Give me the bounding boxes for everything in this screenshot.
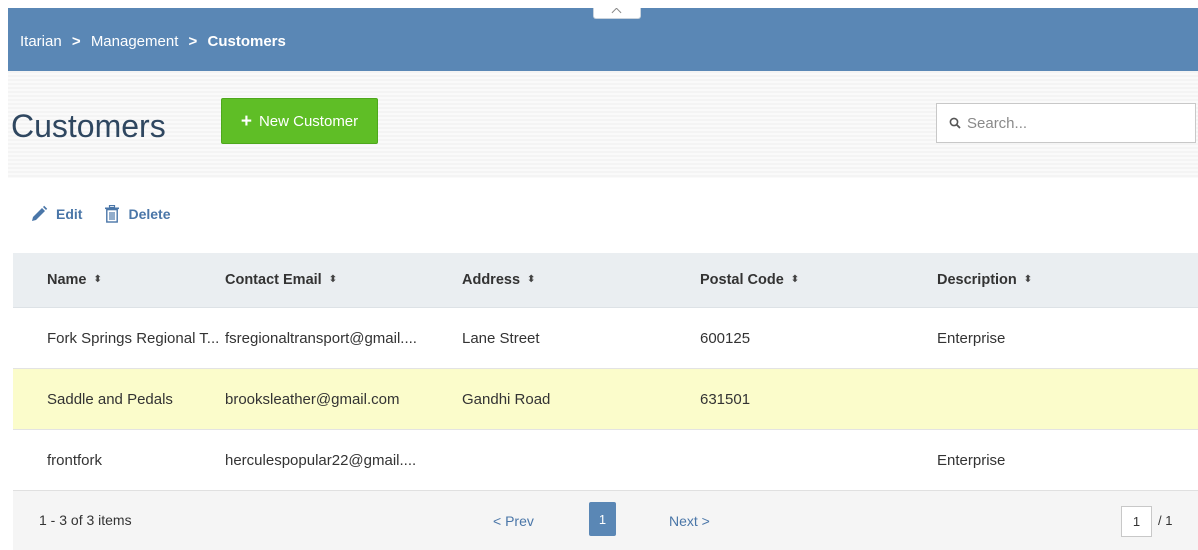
- chevron-up-icon: [611, 8, 622, 18]
- cell-postal-code: 631501: [700, 390, 751, 408]
- column-header-postal-code[interactable]: Postal Code ⬍: [700, 272, 937, 288]
- trash-icon: [105, 205, 120, 223]
- breadcrumb-separator: >: [71, 33, 81, 50]
- breadcrumb-item-itarian[interactable]: Itarian: [20, 33, 62, 50]
- sort-icon: ⬍: [790, 274, 800, 285]
- table-row[interactable]: Fork Springs Regional T... fsregionaltra…: [13, 308, 1198, 369]
- search-icon: [949, 117, 961, 129]
- column-header-address[interactable]: Address ⬍: [462, 272, 700, 288]
- collapse-header-toggle[interactable]: [593, 8, 641, 19]
- column-header-label: Contact Email: [225, 272, 322, 288]
- page-button-current[interactable]: 1: [589, 502, 616, 536]
- table-row[interactable]: frontfork herculespopular22@gmail.... En…: [13, 430, 1198, 491]
- sort-icon: ⬍: [527, 274, 536, 285]
- cell-name: frontfork: [47, 451, 103, 469]
- delete-button-label: Delete: [128, 206, 171, 222]
- pencil-icon: [32, 205, 48, 221]
- cell-address: Lane Street: [462, 329, 540, 347]
- column-header-label: Name: [47, 272, 87, 288]
- new-customer-button[interactable]: + New Customer: [221, 98, 378, 144]
- total-pages: / 1: [1158, 513, 1173, 528]
- breadcrumb-item-management[interactable]: Management: [91, 33, 179, 50]
- cell-description: Enterprise: [937, 329, 1006, 347]
- action-toolbar: Edit Delete: [30, 205, 192, 223]
- sort-icon: ⬍: [93, 274, 102, 285]
- page-number-input[interactable]: [1121, 506, 1152, 537]
- customers-table: Name ⬍ Contact Email ⬍ Address ⬍ Postal …: [13, 253, 1198, 491]
- pagination-summary: 1 - 3 of 3 items: [39, 512, 132, 528]
- sort-icon: ⬍: [1023, 274, 1033, 285]
- column-header-label: Postal Code: [700, 272, 784, 288]
- edit-button[interactable]: Edit: [30, 205, 82, 223]
- pagination-bar: 1 - 3 of 3 items < Prev 1 Next > / 1: [13, 490, 1198, 550]
- page-title: Customers: [11, 108, 166, 144]
- column-header-name[interactable]: Name ⬍: [13, 272, 225, 288]
- new-customer-button-label: New Customer: [258, 112, 359, 130]
- edit-button-label: Edit: [56, 206, 83, 222]
- page-header: Customers + New Customer: [8, 71, 1198, 178]
- column-header-description[interactable]: Description ⬍: [937, 272, 1187, 288]
- breadcrumb-current: Customers: [207, 33, 286, 50]
- app-frame: Itarian > Management > Customers Custome…: [8, 8, 1198, 550]
- next-page-link[interactable]: Next >: [669, 513, 710, 529]
- delete-button[interactable]: Delete: [104, 205, 170, 223]
- cell-contact-email: brooksleather@gmail.com: [225, 390, 400, 408]
- cell-contact-email: herculespopular22@gmail....: [225, 451, 417, 469]
- prev-page-link[interactable]: < Prev: [493, 513, 534, 529]
- sort-icon: ⬍: [328, 274, 338, 285]
- top-bar: Itarian > Management > Customers: [8, 8, 1198, 71]
- cell-address: Gandhi Road: [462, 390, 551, 408]
- search-box: [936, 103, 1196, 143]
- breadcrumb: Itarian > Management > Customers: [20, 33, 286, 50]
- cell-postal-code: 600125: [700, 329, 751, 347]
- column-header-label: Address: [462, 272, 521, 288]
- search-input[interactable]: [967, 114, 1187, 132]
- table-row[interactable]: Saddle and Pedals brooksleather@gmail.co…: [13, 369, 1198, 430]
- cell-description: Enterprise: [937, 451, 1006, 469]
- cell-name: Fork Springs Regional T...: [47, 329, 220, 347]
- column-header-contact-email[interactable]: Contact Email ⬍: [225, 272, 462, 288]
- table-header: Name ⬍ Contact Email ⬍ Address ⬍ Postal …: [13, 253, 1198, 308]
- column-header-label: Description: [937, 272, 1017, 288]
- cell-contact-email: fsregionaltransport@gmail....: [225, 329, 417, 347]
- cell-name: Saddle and Pedals: [47, 390, 173, 408]
- breadcrumb-separator: >: [188, 33, 198, 50]
- plus-icon: +: [240, 110, 252, 132]
